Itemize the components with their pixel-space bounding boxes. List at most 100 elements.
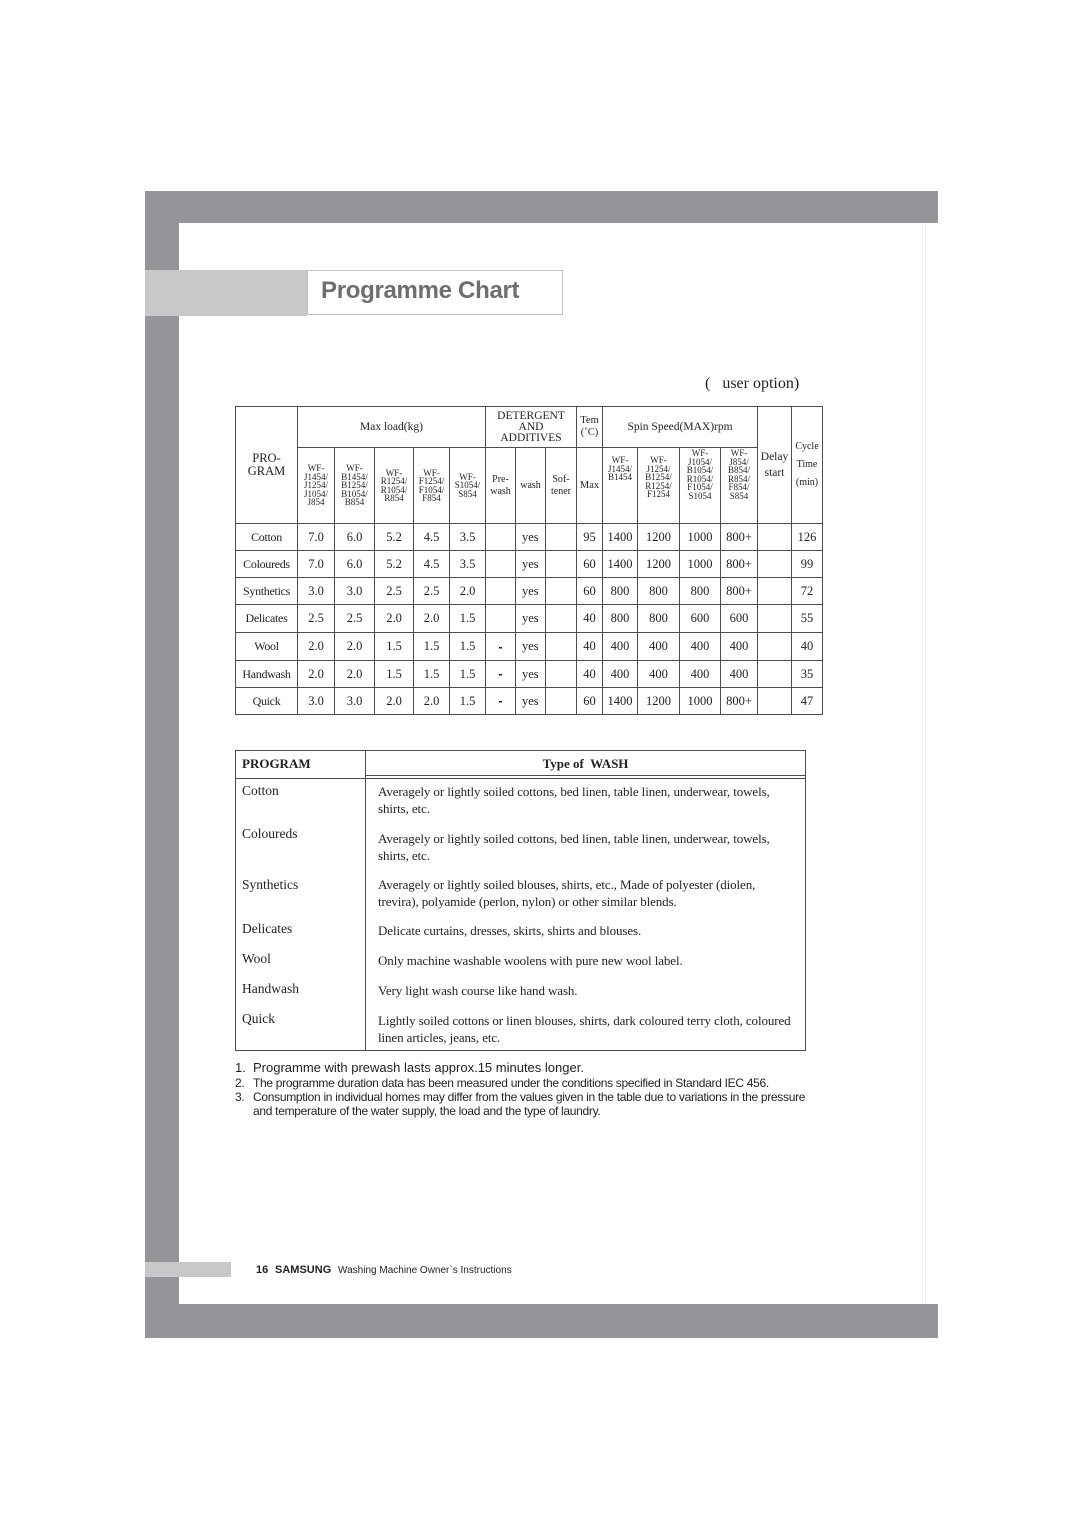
- spin-speed-cell: 400: [602, 632, 638, 661]
- max-load-cell: 2.5: [374, 577, 414, 605]
- cycle-time-cell: 40: [791, 632, 823, 661]
- delay-start-cell: [757, 550, 792, 578]
- spin-speed-cell: 1200: [637, 687, 680, 715]
- wash-description: Lightly soiled cottons or linen blouses,…: [378, 1013, 791, 1045]
- max-load-cell: 1.5: [449, 660, 486, 688]
- spin-speed-cell: 800+: [720, 523, 758, 551]
- spin-speed-cell: 800: [679, 577, 721, 605]
- program-name: Coloureds: [235, 550, 298, 578]
- footer-text: Washing Machine Owner`s Instructions: [338, 1265, 512, 1276]
- max-load-cell: 7.0: [297, 523, 335, 551]
- softener-cell: [545, 577, 577, 605]
- page-frame-bottom: [145, 1304, 938, 1338]
- max-load-cell: 3.0: [334, 577, 375, 605]
- subheader-softener: Sof-tener: [545, 447, 577, 524]
- programme-row: Delicates 2.5 2.5 2.0 2.0 1.5 yes 40 800 800 600 60…: [235, 604, 823, 633]
- wash-program-name: Synthetics: [242, 877, 299, 892]
- wash-table-divider: [365, 750, 366, 1051]
- page-frame-top: [145, 191, 938, 223]
- spin-speed-cell: 400: [637, 632, 680, 661]
- spin-speed-cell: 1400: [602, 523, 638, 551]
- max-load-cell: 2.0: [374, 687, 414, 715]
- prewash-cell: -: [485, 632, 516, 661]
- load-model-col: WF- S1054/S854: [449, 447, 486, 524]
- max-load-cell: 3.0: [334, 687, 375, 715]
- load-model-col: WF- R1254/R1054/R854: [374, 447, 414, 524]
- max-load-cell: 1.5: [374, 632, 414, 661]
- wash-program-name: Quick: [242, 1011, 275, 1026]
- footnotes: 1. Programme with prewash lasts approx.15…: [235, 1060, 815, 1118]
- wash-table-header-rule: [365, 775, 806, 776]
- spin-speed-cell: 800+: [720, 577, 758, 605]
- wash-description: Very light wash course like hand wash.: [378, 983, 578, 998]
- load-model-col: WF- B1454/B1254/B1054/B854: [334, 447, 375, 524]
- prewash-cell: [485, 577, 516, 605]
- footnote-text: Consumption in individual homes may diff…: [253, 1090, 806, 1118]
- max-load-cell: 3.0: [297, 577, 335, 605]
- header-row-1: PRO- GRAM Max load(kg) DETERGENT AND ADDITI…: [235, 406, 823, 524]
- spin-model-col: WF- J1254/B1254/R1254/F1254: [637, 447, 680, 524]
- spin-model-col: WF- J1054/B1054/R1054/F1054/S1054: [679, 447, 721, 524]
- max-load-cell: 2.0: [334, 660, 375, 688]
- wash-program-name: Handwash: [242, 981, 299, 996]
- max-load-cell: 3.5: [449, 550, 486, 578]
- cycle-time-cell: 99: [791, 550, 823, 578]
- spin-speed-cell: 600: [679, 604, 721, 633]
- temperature-cell: 40: [576, 604, 603, 633]
- wash-description: Delicate curtains, dresses, skirts, shir…: [378, 923, 642, 938]
- program-name: Delicates: [235, 604, 298, 633]
- page-footer: 16 SAMSUNG Washing Machine Owner`s Instr…: [256, 1264, 512, 1276]
- wash-program-name: Coloureds: [242, 826, 298, 841]
- spin-speed-cell: 400: [720, 660, 758, 688]
- temperature-cell: 95: [576, 523, 603, 551]
- wash-program-name: Wool: [242, 951, 271, 966]
- spin-speed-cell: 600: [720, 604, 758, 633]
- header-temperature: Tem (˚C): [576, 406, 603, 448]
- max-load-cell: 6.0: [334, 550, 375, 578]
- spin-speed-cell: 400: [637, 660, 680, 688]
- prewash-cell: [485, 523, 516, 551]
- spin-speed-cell: 1200: [637, 550, 680, 578]
- spin-speed-cell: 400: [679, 660, 721, 688]
- wash-cell: yes: [515, 604, 546, 633]
- wash-description: Averagely or lightly soiled blouses, shi…: [378, 877, 756, 909]
- max-load-cell: 6.0: [334, 523, 375, 551]
- page-frame-left: [145, 191, 179, 1338]
- delay-start-cell: [757, 660, 792, 688]
- header-spin-speed: Spin Speed(MAX)rpm: [602, 406, 758, 448]
- wash-cell: yes: [515, 577, 546, 605]
- max-load-cell: 1.5: [449, 632, 486, 661]
- footnote: 2. The programme duration data has been m…: [235, 1076, 815, 1090]
- page-frame-right-line: [925, 223, 926, 1304]
- wash-description: Averagely or lightly soiled cottons, bed…: [378, 784, 770, 816]
- spin-speed-cell: 1000: [679, 550, 721, 578]
- max-load-cell: 1.5: [413, 632, 450, 661]
- prewash-cell: -: [485, 660, 516, 688]
- program-name: Handwash: [235, 660, 298, 688]
- footnote-text: The programme duration data has been mea…: [253, 1076, 769, 1090]
- wash-cell: yes: [515, 550, 546, 578]
- softener-cell: [545, 523, 577, 551]
- prewash-cell: [485, 550, 516, 578]
- spin-speed-cell: 1400: [602, 550, 638, 578]
- cycle-time-cell: 55: [791, 604, 823, 633]
- header-cycle-time: Cycle Time (min): [791, 406, 823, 524]
- wash-cell: yes: [515, 523, 546, 551]
- spin-speed-cell: 1000: [679, 523, 721, 551]
- temperature-cell: 60: [576, 550, 603, 578]
- brand-name: SAMSUNG: [275, 1264, 332, 1276]
- max-load-cell: 2.0: [297, 660, 335, 688]
- program-name: Synthetics: [235, 577, 298, 605]
- wash-program-name: Cotton: [242, 783, 279, 798]
- spin-speed-cell: 400: [720, 632, 758, 661]
- footnote-number: 2.: [235, 1076, 245, 1090]
- spin-speed-cell: 1000: [679, 687, 721, 715]
- programme-spec-table: PRO- GRAM Max load(kg) DETERGENT AND ADDITI…: [235, 406, 823, 715]
- delay-start-cell: [757, 577, 792, 605]
- header-delay-start: Delay start: [757, 406, 792, 524]
- max-load-cell: 5.2: [374, 523, 414, 551]
- footnote-number: 3.: [235, 1090, 245, 1104]
- wash-program-name: Delicates: [242, 921, 293, 936]
- max-load-cell: 1.5: [449, 604, 486, 633]
- programme-row: Handwash 2.0 2.0 1.5 1.5 1.5- yes 40 400 400 400 40…: [235, 660, 823, 688]
